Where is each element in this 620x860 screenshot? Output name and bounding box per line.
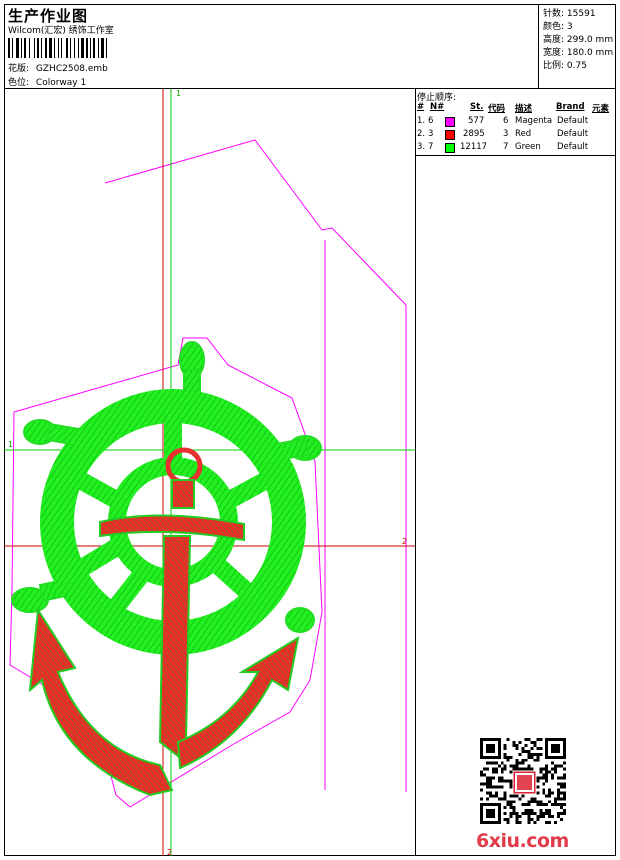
col-stitches: St. (470, 102, 484, 112)
guide-label-h1: 1 (8, 440, 13, 449)
stat-colors: 颜色: 3 (543, 22, 573, 32)
guide-label-v1: 1 (176, 89, 181, 98)
table-row: 1. 6 577 6 Magenta Default (417, 116, 589, 127)
watermark: 6xiu.com (476, 830, 569, 852)
table-header: # N# St. 代码 描述 Brand 元素 (416, 102, 616, 114)
design-value: GZHC2508.emb (35, 64, 108, 74)
stat-stitches: 针数: 15591 (543, 9, 596, 19)
design-label: 花版: (8, 64, 30, 74)
color-swatch (445, 130, 455, 140)
stat-width: 宽度: 180.0 mm (543, 48, 614, 58)
guide-label-v2: 2 (167, 848, 172, 856)
design-line: 花版: GZHC2508.emb (8, 61, 108, 74)
table-divider (416, 155, 616, 156)
stop-sequence-table: 停止顺序: # N# St. 代码 描述 Brand 元素 1. 6 577 6… (416, 89, 616, 155)
stats-panel: 针数: 15591 颜色: 3 高度: 299.0 mm 宽度: 180.0 m… (538, 4, 617, 88)
barcode (8, 38, 107, 58)
color-swatch (445, 117, 455, 127)
col-num: # (417, 102, 425, 112)
colorway-label: 色位: (8, 78, 30, 88)
col-element: 元素 (592, 104, 610, 114)
table-row: 3. 7 12117 7 Green Default (417, 142, 589, 153)
col-needle: N# (430, 102, 445, 112)
table-row: 2. 3 2895 3 Red Default (417, 129, 589, 140)
colorway-value: Colorway 1 (35, 78, 87, 88)
col-code: 代码 (488, 104, 506, 114)
seal-icon (517, 775, 532, 790)
stat-scale: 比例: 0.75 (543, 61, 587, 71)
color-swatch (445, 143, 455, 153)
qr-code (480, 738, 566, 824)
embroidery-design: 1 1 2 2 (4, 89, 415, 856)
stat-height: 高度: 299.0 mm (543, 35, 614, 45)
studio-line: Wilcom(汇宏) 绣饰工作室 (8, 26, 114, 36)
col-brand: Brand (556, 102, 585, 112)
panel-divider (415, 89, 416, 856)
col-desc: 描述 (515, 104, 533, 114)
guide-label-h2: 2 (402, 537, 407, 546)
colorway-line: 色位: Colorway 1 (8, 75, 86, 88)
